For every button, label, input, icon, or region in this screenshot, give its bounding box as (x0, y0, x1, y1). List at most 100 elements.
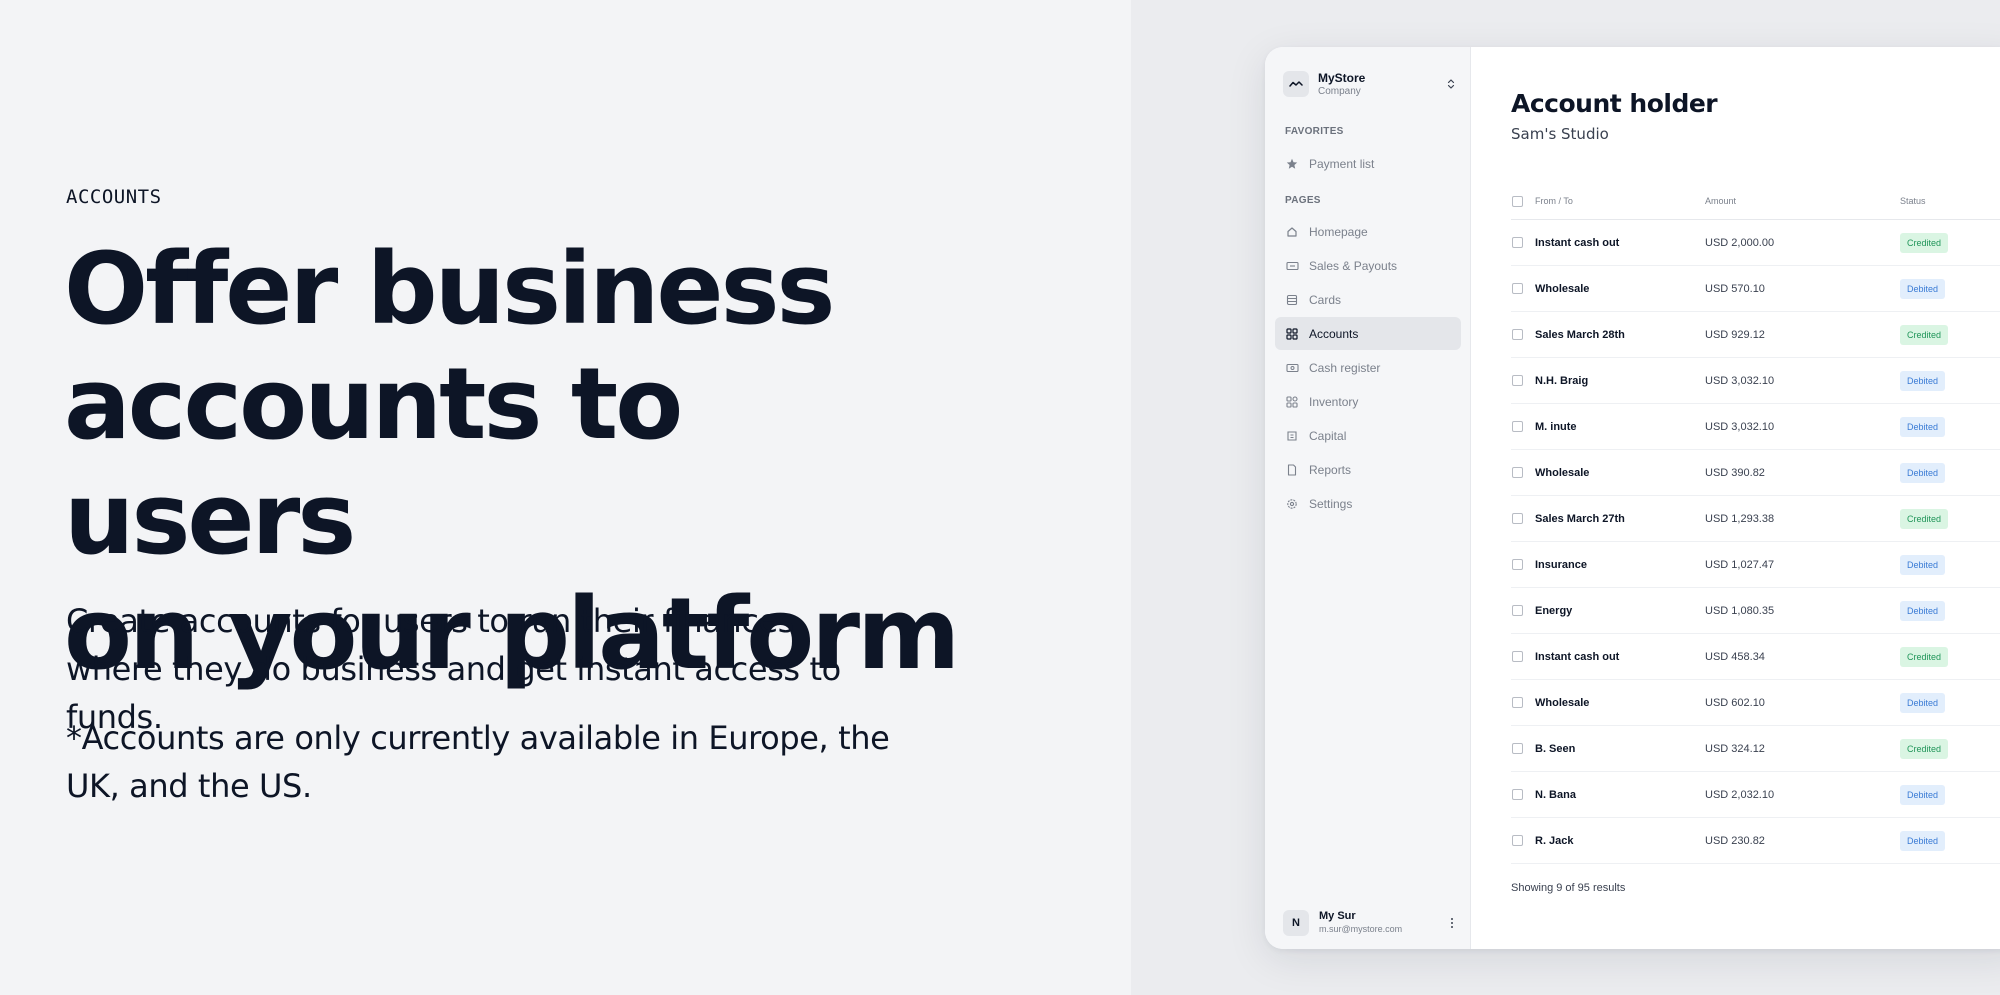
cell-status: Debited (1900, 416, 2000, 437)
cell-amount: USD 230.82 (1705, 834, 1765, 847)
cash-register-icon (1285, 361, 1299, 375)
cell-amount: USD 3,032.10 (1705, 374, 1775, 387)
select-all-checkbox[interactable] (1512, 195, 1523, 207)
cell-status: Debited (1900, 692, 2000, 713)
hero-section: ACCOUNTS Offer business accounts to user… (0, 0, 1131, 995)
sidebar-item-settings[interactable]: Settings (1275, 487, 1461, 520)
cell-amount: USD 458.34 (1705, 650, 1765, 663)
cell-amount: USD 2,032.10 (1705, 788, 1775, 801)
cell-from-to: Wholesale (1535, 466, 1590, 479)
status-badge: Credited (1900, 738, 1949, 759)
cell-from-to: Insurance (1535, 558, 1587, 571)
sidebar: MyStore Company FAVORITES Payment list P… (1265, 47, 1471, 949)
cell-from-to: Energy (1535, 604, 1573, 617)
cell-from-to: Instant cash out (1535, 650, 1620, 663)
cell-status: Credited (1900, 738, 2000, 759)
avatar: N (1283, 910, 1309, 936)
table-row[interactable]: N. Bana USD 2,032.10 Debited (1511, 772, 2000, 818)
status-badge: Credited (1900, 324, 1949, 345)
sidebar-item-label: Homepage (1309, 224, 1368, 239)
app-window: MyStore Company FAVORITES Payment list P… (1265, 47, 2000, 949)
table-row[interactable]: Wholesale USD 570.10 Debited (1511, 266, 2000, 312)
cell-status: Credited (1900, 646, 2000, 667)
sidebar-item-label: Cards (1309, 292, 1342, 307)
row-checkbox[interactable] (1512, 329, 1523, 340)
status-badge: Debited (1900, 830, 1946, 851)
row-checkbox[interactable] (1512, 237, 1523, 248)
status-badge: Debited (1900, 784, 1946, 805)
sidebar-item-inventory[interactable]: Inventory (1275, 385, 1461, 418)
table-row[interactable]: N.H. Braig USD 3,032.10 Debited (1511, 358, 2000, 404)
cell-status: Credited (1900, 508, 2000, 529)
table-row[interactable]: Wholesale USD 602.10 Debited (1511, 680, 2000, 726)
status-badge: Debited (1900, 692, 1946, 713)
row-checkbox[interactable] (1512, 651, 1523, 662)
headline-line-1: Offer business (64, 232, 835, 347)
row-checkbox[interactable] (1512, 743, 1523, 754)
sidebar-item-accounts[interactable]: Accounts (1275, 317, 1461, 350)
cell-from-to: N. Bana (1535, 788, 1576, 801)
more-vertical-icon[interactable] (1446, 913, 1458, 933)
sidebar-item-cards[interactable]: Cards (1275, 283, 1461, 316)
cell-status: Credited (1900, 324, 2000, 345)
cell-from-to: Wholesale (1535, 282, 1590, 295)
grid-icon (1285, 327, 1299, 341)
row-checkbox[interactable] (1512, 697, 1523, 708)
cell-from-to: Instant cash out (1535, 236, 1620, 249)
sidebar-item-reports[interactable]: Reports (1275, 453, 1461, 486)
cell-amount: USD 602.10 (1705, 696, 1765, 709)
table-row[interactable]: B. Seen USD 324.12 Credited (1511, 726, 2000, 772)
cell-from-to: Sales March 27th (1535, 512, 1625, 525)
cell-amount: USD 324.12 (1705, 742, 1765, 755)
sidebar-item-sales-payouts[interactable]: Sales & Payouts (1275, 249, 1461, 282)
availability-footnote: *Accounts are only currently available i… (66, 719, 890, 805)
table-row[interactable]: M. inute USD 3,032.10 Debited (1511, 404, 2000, 450)
table-row[interactable]: Sales March 27th USD 1,293.38 Credited (1511, 496, 2000, 542)
row-checkbox[interactable] (1512, 421, 1523, 432)
table-row[interactable]: Energy USD 1,080.35 Debited (1511, 588, 2000, 634)
store-name: MyStore (1318, 70, 1366, 85)
table-row[interactable]: Wholesale USD 390.82 Debited (1511, 450, 2000, 496)
table-row[interactable]: R. Jack USD 230.82 Debited (1511, 818, 2000, 864)
cell-amount: USD 1,080.35 (1705, 604, 1775, 617)
row-checkbox[interactable] (1512, 559, 1523, 570)
cell-amount: USD 3,032.10 (1705, 420, 1775, 433)
table-row[interactable]: Instant cash out USD 2,000.00 Credited (1511, 220, 2000, 266)
column-header-amount[interactable]: Amount (1705, 196, 1900, 206)
pages-label: PAGES (1285, 195, 1321, 206)
status-badge: Debited (1900, 554, 1946, 575)
row-checkbox[interactable] (1512, 605, 1523, 616)
table-row[interactable]: Sales March 28th USD 929.12 Credited (1511, 312, 2000, 358)
row-checkbox[interactable] (1512, 835, 1523, 846)
sidebar-item-homepage[interactable]: Homepage (1275, 215, 1461, 248)
store-switcher[interactable]: MyStore Company (1283, 69, 1458, 99)
row-checkbox[interactable] (1512, 283, 1523, 294)
status-badge: Debited (1900, 600, 1946, 621)
sidebar-item-cash-register[interactable]: Cash register (1275, 351, 1461, 384)
table-row[interactable]: Instant cash out USD 458.34 Credited (1511, 634, 2000, 680)
column-header-status[interactable]: Status (1900, 196, 2000, 206)
row-checkbox[interactable] (1512, 513, 1523, 524)
table-body: Instant cash out USD 2,000.00 Credited Whol… (1511, 220, 2000, 864)
chevron-up-down-icon[interactable] (1444, 74, 1458, 94)
table-row[interactable]: Insurance USD 1,027.47 Debited (1511, 542, 2000, 588)
sidebar-item-label: Payment list (1309, 156, 1375, 171)
user-info: My Sur m.sur@mystore.com (1319, 910, 1446, 936)
section-eyebrow: ACCOUNTS (66, 186, 162, 208)
cell-from-to: Sales March 28th (1535, 328, 1625, 341)
cell-status: Credited (1900, 232, 2000, 253)
row-checkbox[interactable] (1512, 467, 1523, 478)
column-header-from-to[interactable]: From / To (1535, 196, 1705, 206)
sidebar-item-capital[interactable]: Capital (1275, 419, 1461, 452)
gear-icon (1285, 497, 1299, 511)
cell-amount: USD 1,293.38 (1705, 512, 1775, 525)
sidebar-item-label: Sales & Payouts (1309, 258, 1398, 273)
row-checkbox[interactable] (1512, 789, 1523, 800)
row-checkbox[interactable] (1512, 375, 1523, 386)
user-profile[interactable]: N My Sur m.sur@mystore.com (1283, 908, 1458, 938)
cell-from-to: N.H. Braig (1535, 374, 1589, 387)
headline-line-2: accounts to users (64, 347, 683, 577)
status-badge: Debited (1900, 278, 1946, 299)
sidebar-item-payment-list[interactable]: Payment list (1275, 147, 1461, 180)
store-info: MyStore Company (1318, 71, 1444, 98)
